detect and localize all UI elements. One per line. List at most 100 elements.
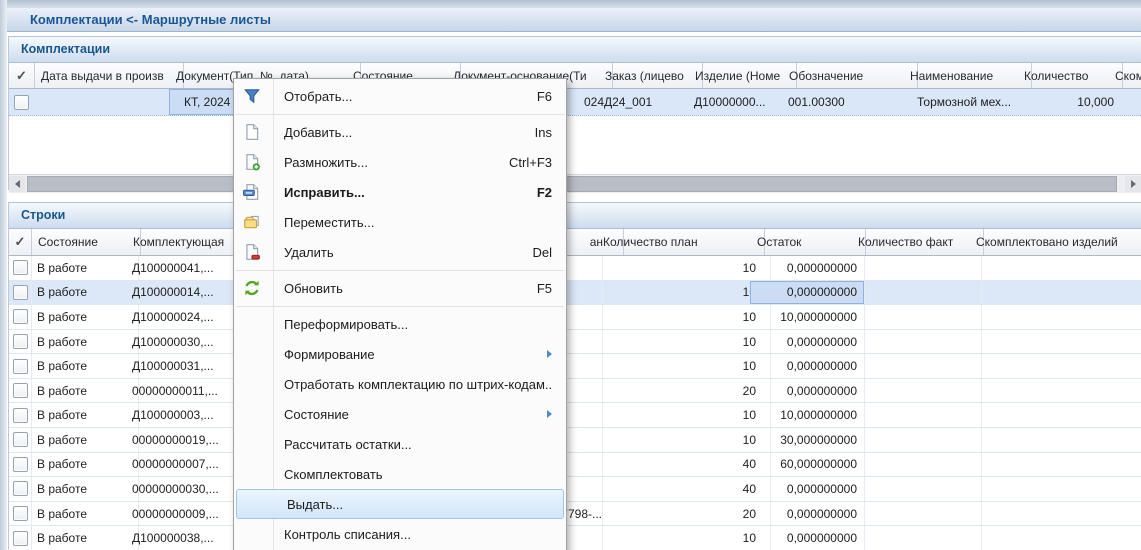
table-row[interactable]: В работеД100000003,...1010,00000000010 bbox=[9, 403, 1141, 428]
table-cell[interactable]: 10 bbox=[969, 354, 1141, 378]
column-header[interactable]: ✓ bbox=[9, 63, 35, 88]
table-cell[interactable] bbox=[969, 502, 1141, 526]
table-cell[interactable] bbox=[969, 256, 1141, 280]
row-checkbox[interactable] bbox=[13, 408, 28, 423]
table-cell[interactable]: В работе bbox=[31, 305, 139, 329]
context-menu-item[interactable]: УдалитьDel bbox=[234, 237, 566, 267]
table-cell[interactable]: 0,000000000 bbox=[750, 502, 865, 526]
table-cell[interactable]: В работе bbox=[31, 453, 139, 477]
row-checkbox-cell[interactable] bbox=[9, 256, 32, 280]
context-menu-item[interactable]: Контроль списания... bbox=[234, 519, 566, 549]
context-menu-item[interactable]: Размножить...Ctrl+F3 bbox=[234, 147, 566, 177]
table-cell[interactable]: Д100000031,... bbox=[126, 354, 244, 378]
table-cell[interactable]: 0,000000000 bbox=[750, 256, 865, 280]
table-row[interactable]: КТ, 2024024Д24_001Д10000000...001.00300Т… bbox=[9, 89, 1141, 116]
row-checkbox-cell[interactable] bbox=[9, 305, 32, 329]
table-cell[interactable] bbox=[851, 330, 982, 354]
row-checkbox-cell[interactable] bbox=[9, 403, 32, 427]
table-cell[interactable] bbox=[851, 305, 982, 329]
table-cell[interactable]: Д100000041,... bbox=[126, 256, 244, 280]
row-checkbox[interactable] bbox=[13, 432, 28, 447]
table-cell[interactable]: 0,000000000 bbox=[750, 379, 865, 403]
column-header[interactable]: Изделие (Номе bbox=[688, 63, 797, 88]
table-cell[interactable]: В работе bbox=[31, 354, 139, 378]
row-checkbox[interactable] bbox=[13, 359, 28, 374]
context-menu-item[interactable]: Переформировать... bbox=[234, 309, 566, 339]
row-checkbox[interactable] bbox=[13, 334, 28, 349]
table-row[interactable]: В работеД100000024,...1010,00000000010 bbox=[9, 305, 1141, 330]
table-cell[interactable] bbox=[851, 354, 982, 378]
table-row[interactable]: В работеД100000031,...100,00000000010 bbox=[9, 354, 1141, 379]
row-checkbox-cell[interactable] bbox=[9, 526, 32, 550]
table-cell[interactable]: В работе bbox=[31, 477, 139, 501]
table-cell[interactable]: 0,000000000 bbox=[750, 281, 865, 305]
table-cell[interactable]: 00000000019,... bbox=[126, 428, 244, 452]
table-cell[interactable]: Д100000038,... bbox=[126, 526, 244, 550]
horizontal-scrollbar[interactable] bbox=[9, 174, 1141, 193]
table-cell[interactable]: Д10000000... bbox=[688, 89, 794, 115]
table-cell[interactable]: 10 bbox=[969, 428, 1141, 452]
table-cell[interactable]: В работе bbox=[31, 256, 139, 280]
table-row[interactable]: В работеД100000030,...100,000000000 bbox=[9, 330, 1141, 355]
table-cell[interactable]: 10 bbox=[596, 330, 771, 354]
context-menu-item[interactable]: Переместить... bbox=[234, 207, 566, 237]
table-cell[interactable]: Д100000030,... bbox=[126, 330, 244, 354]
table-row[interactable]: В работе00000000030,...400,000000000 bbox=[9, 477, 1141, 502]
table-cell[interactable] bbox=[969, 526, 1141, 550]
table-cell[interactable]: Д100000014,... bbox=[126, 281, 244, 305]
table-cell[interactable]: 0,000000000 bbox=[750, 330, 865, 354]
context-menu-item[interactable]: Отработать комплектацию по штрих-кодам..… bbox=[234, 369, 566, 399]
table-cell[interactable]: 10 bbox=[596, 354, 771, 378]
column-header[interactable]: Количество факт bbox=[851, 229, 984, 255]
table-cell[interactable]: 10,000000000 bbox=[750, 403, 865, 427]
row-checkbox-cell[interactable] bbox=[9, 89, 34, 115]
column-header[interactable]: Обозначение bbox=[782, 63, 918, 88]
table-cell[interactable]: В работе bbox=[31, 428, 139, 452]
table-cell[interactable] bbox=[851, 477, 982, 501]
table-cell[interactable]: 10 bbox=[596, 526, 771, 550]
table-cell[interactable]: Д24_001 bbox=[598, 89, 700, 115]
row-checkbox[interactable] bbox=[13, 260, 28, 275]
table-cell[interactable]: В работе bbox=[31, 526, 139, 550]
table-cell[interactable]: 10 bbox=[596, 305, 771, 329]
table-cell[interactable]: 10 bbox=[596, 403, 771, 427]
context-menu-item[interactable]: Выдать... bbox=[236, 489, 564, 519]
row-checkbox[interactable] bbox=[13, 383, 28, 398]
context-menu-item[interactable]: Состояние bbox=[234, 399, 566, 429]
table-cell[interactable]: Д100000024,... bbox=[126, 305, 244, 329]
table-cell[interactable]: 00000000009,... bbox=[126, 502, 244, 526]
table-cell[interactable]: В работе bbox=[31, 281, 139, 305]
column-header[interactable]: Остаток bbox=[750, 229, 866, 255]
context-menu-item[interactable]: Отобрать...F6 bbox=[234, 81, 566, 111]
row-checkbox[interactable] bbox=[14, 95, 29, 110]
context-menu-item[interactable]: ОбновитьF5 bbox=[234, 273, 566, 303]
table-row[interactable]: В работе00000000019,...1030,00000000010 bbox=[9, 428, 1141, 453]
scrollbar-thumb[interactable] bbox=[27, 176, 1117, 192]
context-menu-item[interactable]: Исправить...F2 bbox=[234, 177, 566, 207]
context-menu-item[interactable]: Формирование bbox=[234, 339, 566, 369]
table-cell[interactable] bbox=[851, 526, 982, 550]
table-cell[interactable]: 30,000000000 bbox=[750, 428, 865, 452]
table-cell[interactable]: 00000000011,... bbox=[126, 379, 244, 403]
table-row[interactable]: В работе00000000011,...200,000000000 bbox=[9, 379, 1141, 404]
scroll-left-button[interactable] bbox=[9, 176, 25, 192]
column-header[interactable]: Состояние bbox=[31, 229, 141, 255]
column-header[interactable]: ✓ bbox=[9, 229, 32, 255]
table-cell[interactable] bbox=[851, 403, 982, 427]
table-cell[interactable] bbox=[851, 453, 982, 477]
table-cell[interactable] bbox=[969, 477, 1141, 501]
table-cell[interactable] bbox=[851, 428, 982, 452]
scroll-right-button[interactable] bbox=[1125, 176, 1141, 192]
table-cell[interactable]: 40 bbox=[596, 453, 771, 477]
row-checkbox[interactable] bbox=[13, 457, 28, 472]
table-row[interactable]: В работеД100000041,...100,000000000 bbox=[9, 256, 1141, 281]
row-checkbox-cell[interactable] bbox=[9, 281, 32, 305]
column-header[interactable]: Ском bbox=[1108, 63, 1141, 88]
table-cell[interactable]: 0,000000000 bbox=[750, 477, 865, 501]
context-menu-item[interactable]: Добавить...Ins bbox=[234, 117, 566, 147]
row-checkbox-cell[interactable] bbox=[9, 477, 32, 501]
table-cell[interactable]: 00000000030,... bbox=[126, 477, 244, 501]
table-cell[interactable]: 20 bbox=[596, 379, 771, 403]
row-checkbox-cell[interactable] bbox=[9, 502, 32, 526]
table-cell[interactable]: В работе bbox=[31, 502, 139, 526]
